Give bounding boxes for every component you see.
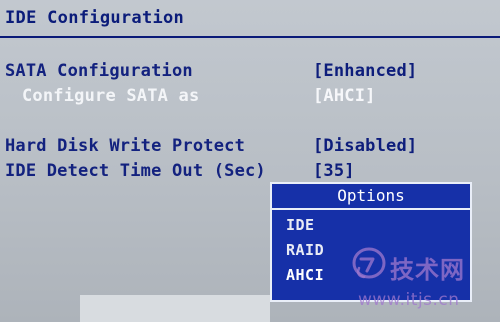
watermark-title: 技术网 bbox=[390, 256, 465, 284]
header-divider bbox=[0, 36, 500, 38]
options-popup-divider bbox=[272, 208, 470, 210]
configure-sata-as-value[interactable]: [AHCI] bbox=[313, 86, 376, 106]
configure-sata-as-label[interactable]: Configure SATA as bbox=[22, 86, 199, 106]
bottom-edge-bar bbox=[80, 295, 270, 322]
sata-configuration-value[interactable]: [Enhanced] bbox=[313, 61, 417, 81]
options-popup-title: Options bbox=[337, 186, 405, 205]
bios-screen: IDE Configuration SATA Configuration [En… bbox=[0, 0, 500, 322]
watermark-url: www.itjs.cn bbox=[358, 290, 460, 310]
page-title: IDE Configuration bbox=[5, 8, 185, 28]
hard-disk-write-protect-label[interactable]: Hard Disk Write Protect bbox=[5, 136, 245, 156]
option-ide[interactable]: IDE bbox=[286, 216, 315, 234]
option-ahci[interactable]: AHCI bbox=[286, 266, 324, 284]
ide-detect-timeout-value[interactable]: [35] bbox=[313, 161, 355, 181]
watermark: 技术网 www.itjs.cn bbox=[352, 246, 498, 318]
option-raid[interactable]: RAID bbox=[286, 241, 324, 259]
sata-configuration-label[interactable]: SATA Configuration bbox=[5, 61, 193, 81]
hard-disk-write-protect-value[interactable]: [Disabled] bbox=[313, 136, 417, 156]
ide-detect-timeout-label[interactable]: IDE Detect Time Out (Sec) bbox=[5, 161, 266, 181]
watermark-logo-icon bbox=[352, 247, 386, 279]
